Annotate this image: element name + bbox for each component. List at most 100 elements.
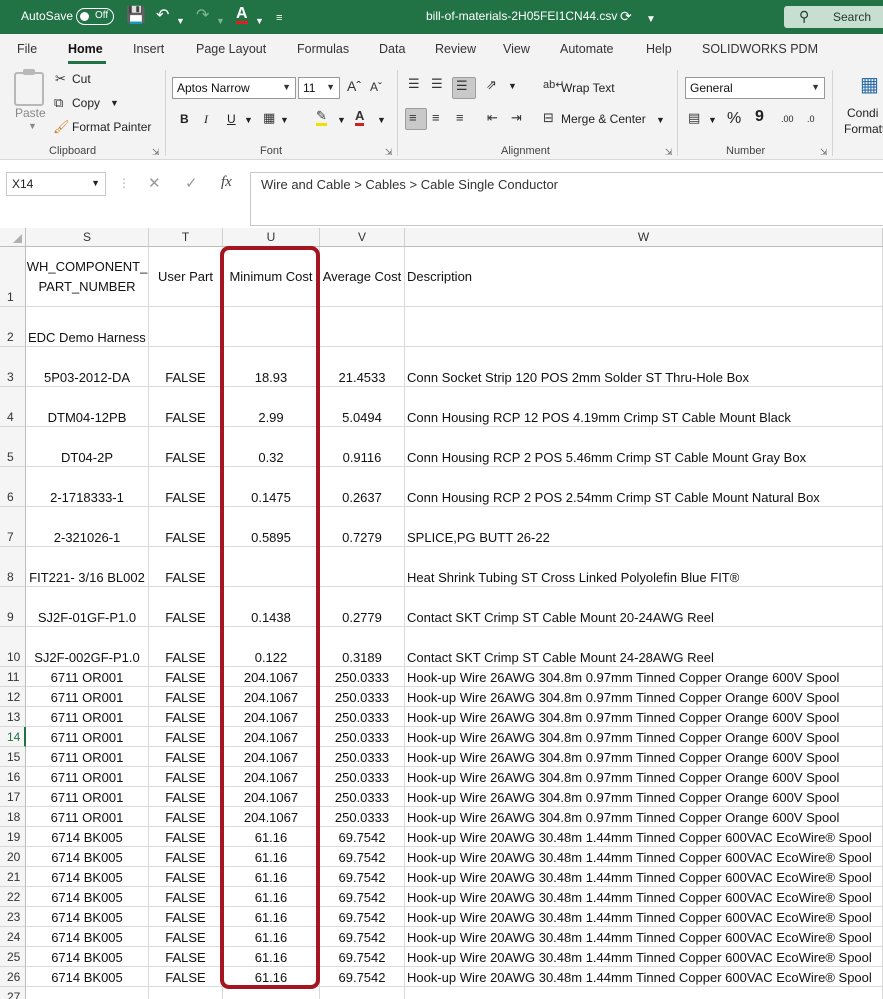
customize-toolbar-icon[interactable]: ≡ xyxy=(276,9,282,27)
cell-description[interactable] xyxy=(405,987,883,999)
row-number[interactable]: 13 xyxy=(0,707,26,727)
cell-description[interactable]: Hook-up Wire 26AWG 304.8m 0.97mm Tinned … xyxy=(405,667,883,687)
undo-dropdown-icon[interactable]: ▼ xyxy=(176,12,185,30)
row-number[interactable]: 22 xyxy=(0,887,26,907)
cell-minimum-cost[interactable]: 204.1067 xyxy=(223,707,320,727)
cell-user-part[interactable]: FALSE xyxy=(149,667,223,687)
row-number[interactable]: 11 xyxy=(0,667,26,687)
cell-average-cost[interactable]: 69.7542 xyxy=(320,867,405,887)
fill-color-icon[interactable]: ✎ xyxy=(316,108,327,126)
cell-part-number[interactable]: 6714 BK005 xyxy=(26,887,149,907)
tab-solidworks-pdm[interactable]: SOLIDWORKS PDM xyxy=(702,42,818,56)
cell-average-cost[interactable]: 250.0333 xyxy=(320,747,405,767)
cell-part-number[interactable]: DT04-2P xyxy=(26,427,149,467)
cell-minimum-cost[interactable]: 0.1475 xyxy=(223,467,320,507)
column-header-t[interactable]: T xyxy=(149,228,223,247)
insert-function-icon[interactable]: fx xyxy=(221,174,232,191)
cell-average-cost[interactable]: 69.7542 xyxy=(320,967,405,987)
accounting-dropdown-icon[interactable]: ▼ xyxy=(708,115,717,125)
cell-part-number[interactable]: EDC Demo Harness xyxy=(26,307,149,347)
cell-user-part[interactable]: FALSE xyxy=(149,627,223,667)
column-header-s[interactable]: S xyxy=(26,228,149,247)
cell-average-cost[interactable]: 21.4533 xyxy=(320,347,405,387)
cell-description[interactable]: Hook-up Wire 26AWG 304.8m 0.97mm Tinned … xyxy=(405,727,883,747)
save-icon[interactable]: 💾 xyxy=(126,7,146,25)
cell-user-part[interactable]: FALSE xyxy=(149,707,223,727)
cell-average-cost[interactable]: 0.9116 xyxy=(320,427,405,467)
cell-description[interactable]: Hook-up Wire 26AWG 304.8m 0.97mm Tinned … xyxy=(405,767,883,787)
cell-user-part[interactable] xyxy=(149,987,223,999)
header-cell-part-number[interactable]: WH_COMPONENT_ PART_NUMBER xyxy=(26,247,149,307)
cell-part-number[interactable] xyxy=(26,987,149,999)
row-number[interactable]: 1 xyxy=(0,247,26,307)
italic-button[interactable]: I xyxy=(204,112,208,127)
cell-user-part[interactable]: FALSE xyxy=(149,347,223,387)
tab-review[interactable]: Review xyxy=(435,42,476,56)
tab-page-layout[interactable]: Page Layout xyxy=(196,42,266,56)
font-launcher-icon[interactable]: ⇲ xyxy=(385,147,393,158)
row-number[interactable]: 24 xyxy=(0,927,26,947)
cell-description[interactable]: Hook-up Wire 20AWG 30.48m 1.44mm Tinned … xyxy=(405,827,883,847)
cell-minimum-cost[interactable]: 0.1438 xyxy=(223,587,320,627)
row-number[interactable]: 17 xyxy=(0,787,26,807)
number-format-select[interactable]: General ▼ xyxy=(685,77,825,99)
cell-user-part[interactable]: FALSE xyxy=(149,767,223,787)
increase-indent-icon[interactable]: ⇥ xyxy=(511,110,522,126)
row-number[interactable]: 15 xyxy=(0,747,26,767)
orientation-dropdown-icon[interactable]: ▼ xyxy=(508,81,517,91)
wrap-text-button[interactable]: Wrap Text xyxy=(561,81,615,95)
clipboard-launcher-icon[interactable]: ⇲ xyxy=(152,147,160,158)
paste-dropdown-icon[interactable]: ▼ xyxy=(28,121,37,131)
cell-minimum-cost[interactable]: 61.16 xyxy=(223,967,320,987)
cell-average-cost[interactable] xyxy=(320,547,405,587)
font-color-ribbon-icon[interactable]: A xyxy=(355,109,365,126)
cell-minimum-cost[interactable]: 61.16 xyxy=(223,847,320,867)
cell-description[interactable]: Hook-up Wire 26AWG 304.8m 0.97mm Tinned … xyxy=(405,747,883,767)
align-right-icon[interactable]: ≡ xyxy=(456,110,464,125)
cell-part-number[interactable]: 6711 OR001 xyxy=(26,767,149,787)
row-number[interactable]: 7 xyxy=(0,507,26,547)
tab-help[interactable]: Help xyxy=(646,42,672,56)
cell-description[interactable]: Heat Shrink Tubing ST Cross Linked Polyo… xyxy=(405,547,883,587)
cell-description[interactable]: Hook-up Wire 26AWG 304.8m 0.97mm Tinned … xyxy=(405,707,883,727)
cell-description[interactable]: Hook-up Wire 20AWG 30.48m 1.44mm Tinned … xyxy=(405,927,883,947)
cell-user-part[interactable] xyxy=(149,307,223,347)
cell-description[interactable]: Hook-up Wire 26AWG 304.8m 0.97mm Tinned … xyxy=(405,787,883,807)
cell-user-part[interactable]: FALSE xyxy=(149,827,223,847)
cell-minimum-cost[interactable]: 0.122 xyxy=(223,627,320,667)
cell-description[interactable]: Hook-up Wire 26AWG 304.8m 0.97mm Tinned … xyxy=(405,687,883,707)
cell-part-number[interactable]: 6711 OR001 xyxy=(26,747,149,767)
decrease-font-size-icon[interactable]: Aˇ xyxy=(370,80,382,94)
row-number[interactable]: 25 xyxy=(0,947,26,967)
column-header-v[interactable]: V xyxy=(320,228,405,247)
cell-average-cost[interactable]: 69.7542 xyxy=(320,947,405,967)
cell-part-number[interactable]: 6711 OR001 xyxy=(26,727,149,747)
cell-average-cost[interactable]: 0.3189 xyxy=(320,627,405,667)
cell-average-cost[interactable]: 5.0494 xyxy=(320,387,405,427)
font-color-icon[interactable]: A xyxy=(236,6,248,24)
merge-center-button[interactable]: Merge & Center xyxy=(561,112,646,126)
copy-button[interactable]: Copy xyxy=(72,96,100,110)
more-options-icon[interactable]: ⋮ xyxy=(118,176,130,190)
cell-description[interactable]: Hook-up Wire 20AWG 30.48m 1.44mm Tinned … xyxy=(405,847,883,867)
cell-average-cost[interactable]: 250.0333 xyxy=(320,767,405,787)
cell-user-part[interactable]: FALSE xyxy=(149,427,223,467)
cell-part-number[interactable]: 6714 BK005 xyxy=(26,947,149,967)
cell-minimum-cost[interactable]: 61.16 xyxy=(223,947,320,967)
cell-part-number[interactable]: DTM04-12PB xyxy=(26,387,149,427)
cell-user-part[interactable]: FALSE xyxy=(149,807,223,827)
cell-minimum-cost[interactable]: 61.16 xyxy=(223,867,320,887)
cell-part-number[interactable]: 6714 BK005 xyxy=(26,967,149,987)
cell-user-part[interactable]: FALSE xyxy=(149,727,223,747)
cell-user-part[interactable]: FALSE xyxy=(149,387,223,427)
comma-style-button[interactable]: 9 xyxy=(755,108,764,126)
cell-minimum-cost[interactable]: 204.1067 xyxy=(223,727,320,747)
tab-automate[interactable]: Automate xyxy=(560,42,614,56)
cell-minimum-cost[interactable]: 2.99 xyxy=(223,387,320,427)
row-number[interactable]: 20 xyxy=(0,847,26,867)
undo-icon[interactable]: ↶ xyxy=(156,7,169,25)
cell-description[interactable]: Hook-up Wire 26AWG 304.8m 0.97mm Tinned … xyxy=(405,807,883,827)
title-chevron-down-icon[interactable]: ▼ xyxy=(646,11,656,29)
cell-average-cost[interactable]: 250.0333 xyxy=(320,667,405,687)
header-cell-average-cost[interactable]: Average Cost xyxy=(320,247,405,307)
